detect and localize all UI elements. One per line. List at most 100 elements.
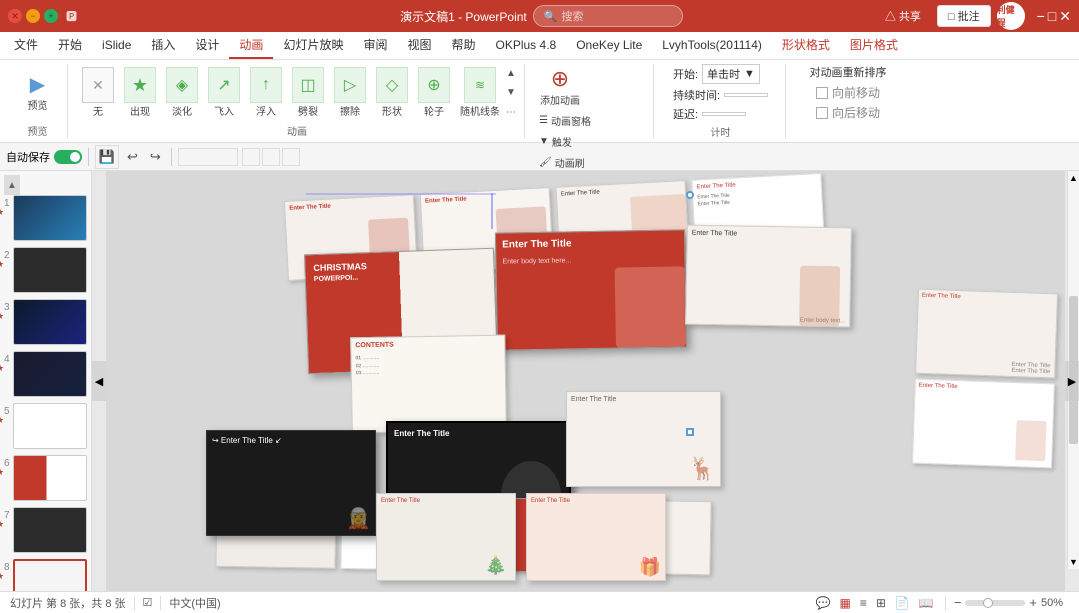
format-btn-1[interactable]: [242, 148, 260, 166]
undo-button[interactable]: ↩: [123, 148, 142, 166]
main-slide-red[interactable]: Enter The Title Enter body text here...: [495, 229, 687, 350]
anim-none[interactable]: ✕ 无: [78, 65, 118, 120]
slide-img-6: [13, 455, 87, 501]
tab-shape-format[interactable]: 形状格式: [772, 32, 840, 59]
slide-thumb-5[interactable]: 5 ★: [4, 403, 87, 449]
color-box[interactable]: [178, 148, 238, 166]
tab-lvyhtools[interactable]: LvyhTools(201114): [652, 32, 772, 59]
minimize-button[interactable]: −: [26, 9, 40, 23]
sg-title: Enter The Title: [381, 498, 420, 504]
anim-random[interactable]: ≋ 随机线条: [456, 65, 504, 120]
avatar[interactable]: 利健 程: [997, 2, 1025, 30]
vscroll-up[interactable]: ▲: [1068, 171, 1079, 185]
outline-view-btn[interactable]: ≡: [857, 596, 870, 610]
trigger-button[interactable]: ▼ 触发: [535, 132, 595, 151]
tab-slideshow[interactable]: 幻灯片放映: [273, 32, 353, 59]
slide-thumb-8[interactable]: 8 ★: [4, 559, 87, 591]
santa-slide[interactable]: Enter The Title Enter body text...: [685, 225, 852, 328]
anim-scroll-up[interactable]: ▲: [506, 68, 516, 79]
reading-view-btn[interactable]: 📖: [916, 596, 937, 610]
status-left: 幻灯片 第 8 张，共 8 张 ☑ 中文(中国): [10, 595, 221, 611]
save-button[interactable]: 💾: [95, 145, 119, 169]
zoom-slider-thumb[interactable]: [983, 598, 993, 608]
tab-insert[interactable]: 插入: [141, 32, 185, 59]
slide-thumb-7[interactable]: 7 ★: [4, 507, 87, 553]
slide-thumb-1[interactable]: 1 ★: [4, 195, 87, 241]
anim-appear[interactable]: ★ 出现: [120, 65, 160, 120]
close-button[interactable]: ✕: [8, 9, 22, 23]
add-animation-button[interactable]: ⊕ 添加动画: [535, 64, 585, 109]
move-later-checkbox[interactable]: [816, 107, 828, 119]
tab-image-format[interactable]: 图片格式: [840, 32, 908, 59]
anim-fly[interactable]: ↗ 飞入: [204, 65, 244, 120]
zoom-slider-track[interactable]: [965, 600, 1025, 606]
anim-pane-button[interactable]: ☰ 动画窗格: [535, 111, 595, 130]
maximize-button[interactable]: +: [44, 9, 58, 23]
start-dropdown[interactable]: 单击时 ▼: [702, 64, 760, 84]
zoom-out-button[interactable]: −: [954, 595, 962, 610]
tab-onekeylite[interactable]: OneKey Lite: [566, 32, 652, 59]
slide-num-3: 3: [4, 300, 10, 313]
redo-button[interactable]: ↪: [146, 148, 165, 166]
elf-slide[interactable]: ↪ Enter The Title ↙ 🧝: [206, 430, 376, 536]
anim-scroll-down[interactable]: ▼: [506, 87, 516, 98]
format-btn-2[interactable]: [262, 148, 280, 166]
anim-float[interactable]: ↑ 浮入: [246, 65, 286, 120]
anim-more[interactable]: ⋯: [506, 107, 516, 118]
anim-shape[interactable]: ◇ 形状: [372, 65, 412, 120]
slide-thumb-4[interactable]: 4 ★: [4, 351, 87, 397]
ribbon-collapse-button[interactable]: −: [1037, 8, 1045, 25]
comments-view-btn[interactable]: 💬: [813, 596, 834, 610]
anim-wheel[interactable]: ⊕ 轮子: [414, 65, 454, 120]
painter-label: 动画刷: [555, 155, 585, 170]
tab-islide[interactable]: iSlide: [92, 32, 141, 59]
anim-fade[interactable]: ◈ 淡化: [162, 65, 202, 120]
right-slide-2[interactable]: Enter The Title: [912, 379, 1055, 469]
reindeer-slide[interactable]: Enter The Title 🦌: [566, 391, 721, 487]
tab-review[interactable]: 审阅: [353, 32, 397, 59]
autosave-toggle[interactable]: [54, 150, 82, 164]
handle-top-right[interactable]: [686, 191, 694, 199]
slide-sorter-view: Enter The Title Enter The Title Enter Th…: [106, 171, 1065, 591]
slide-thumb-6[interactable]: 6 ★: [4, 455, 87, 501]
sorter-view-btn[interactable]: ⊞: [873, 596, 889, 610]
canvas-scroll-right[interactable]: ▶: [1065, 361, 1079, 401]
share-button[interactable]: △ 共享: [875, 6, 931, 26]
zoom-level[interactable]: 50%: [1041, 597, 1069, 609]
anim-wipe[interactable]: ▷ 擦除: [330, 65, 370, 120]
slide-thumb-2[interactable]: 2 ★: [4, 247, 87, 293]
zoom-in-button[interactable]: +: [1029, 595, 1037, 610]
notes-view-btn[interactable]: 📄: [892, 596, 913, 610]
normal-view-btn[interactable]: ▦: [836, 596, 853, 610]
add-anim-label: 添加动画: [540, 92, 580, 107]
search-box[interactable]: 🔍 搜索: [533, 5, 683, 27]
preview-button[interactable]: ▶ 预览: [20, 71, 56, 114]
snow-globe-slide[interactable]: Enter The Title 🎄: [376, 493, 516, 581]
format-btn-3[interactable]: [282, 148, 300, 166]
canvas-area: ◀ ▶ Enter The Title Enter The Title Ente…: [92, 171, 1079, 591]
contents-slide[interactable]: CONTENTS 01 ............02 ............0…: [350, 335, 507, 434]
move-earlier-checkbox[interactable]: [816, 87, 828, 99]
group-label-preview: 预览: [28, 121, 48, 138]
anim-painter-button[interactable]: 🖌 动画刷: [535, 153, 595, 172]
tab-animation[interactable]: 动画: [229, 32, 273, 59]
delay-input[interactable]: [702, 112, 746, 116]
vscroll-down[interactable]: ▼: [1068, 555, 1079, 569]
right-slide-1[interactable]: Enter The Title Enter The TitleEnter The…: [915, 289, 1058, 379]
tab-home[interactable]: 开始: [48, 32, 92, 59]
tab-view[interactable]: 视图: [397, 32, 441, 59]
comment-button[interactable]: □ 批注: [937, 5, 991, 27]
handle-bottom-right[interactable]: [686, 428, 694, 436]
scroll-up-button[interactable]: ▲: [4, 175, 20, 195]
tab-help[interactable]: 帮助: [441, 32, 485, 59]
slide-thumb-3[interactable]: 3 ★: [4, 299, 87, 345]
tab-design[interactable]: 设计: [185, 32, 229, 59]
duration-input[interactable]: [724, 93, 768, 97]
window-close-button[interactable]: ✕: [1059, 8, 1071, 25]
gift-slide[interactable]: Enter The Title 🎁: [526, 493, 666, 581]
tab-file[interactable]: 文件: [4, 32, 48, 59]
canvas-scroll-left[interactable]: ◀: [92, 361, 106, 401]
tab-okplus[interactable]: OKPlus 4.8: [486, 32, 567, 59]
window-resize-button[interactable]: □: [1048, 8, 1056, 25]
anim-split[interactable]: ◫ 劈裂: [288, 65, 328, 120]
